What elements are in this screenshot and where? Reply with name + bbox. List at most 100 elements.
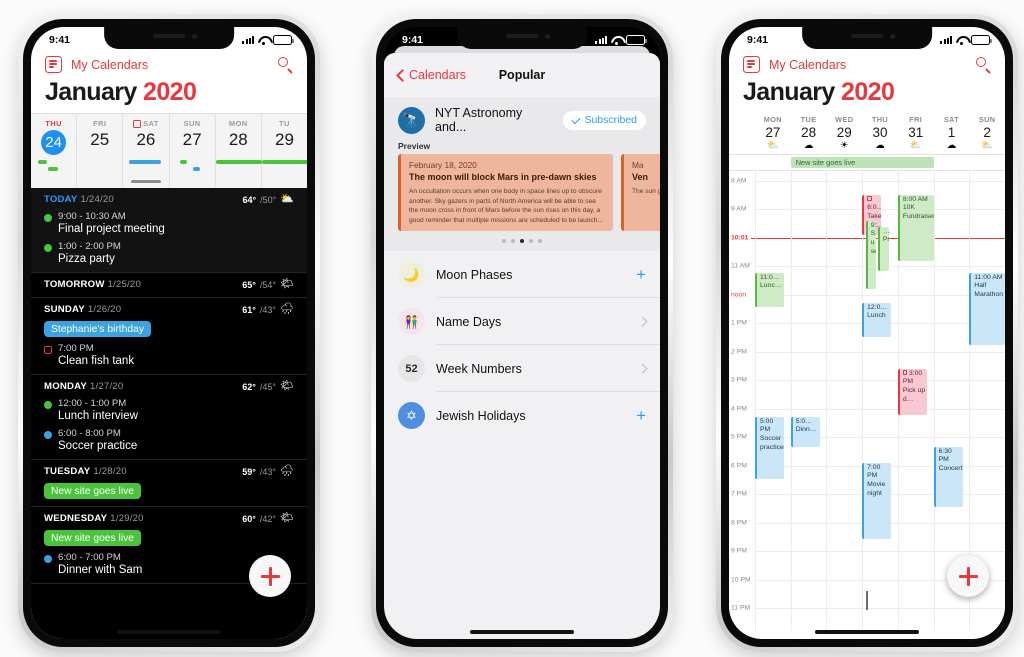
event-badge [129, 160, 162, 164]
agenda-event[interactable]: 12:00 - 1:00 PM Lunch interview [44, 398, 294, 422]
weather-icon: ☀ [840, 140, 849, 151]
all-day-event-pill[interactable]: New site goes live [44, 530, 141, 546]
all-day-event-pill[interactable]: New site goes live [44, 483, 141, 499]
preview-card[interactable]: February 18, 2020 The moon will block Ma… [398, 154, 613, 232]
pager-dot[interactable] [529, 239, 533, 244]
week-event[interactable]: 11:0… Lunc… [755, 272, 785, 307]
agenda-day-title: MONDAY 1/27/20 [44, 381, 123, 392]
calendars-title[interactable]: My Calendars [769, 58, 846, 72]
agenda-day[interactable]: TODAY 1/24/20 64°/50° ⛅ 9:00 - 10:30 AM Final… [31, 188, 307, 273]
back-button[interactable]: Calendars [396, 68, 466, 82]
agenda-event[interactable]: 9:00 - 10:30 AM Final project meeting [44, 211, 294, 235]
hour-label: 9 AM [731, 205, 747, 213]
pager-dot[interactable] [502, 239, 506, 244]
week-header-day[interactable]: THU 30 ☁ [862, 115, 898, 151]
collapse-chevron-icon[interactable] [866, 591, 868, 611]
week-strip-day[interactable]: SAT 26 [123, 114, 170, 188]
reminder-checkbox-icon[interactable] [867, 196, 872, 201]
calendar-row[interactable]: 🔭 NYT Astronomy and... Subscribed [384, 97, 660, 138]
subscribed-button[interactable]: Subscribed [563, 110, 646, 130]
week-header-day[interactable]: MON 27 ⛅ [755, 115, 791, 151]
calendar-options-list[interactable]: 🌙 Moon Phases + 👫 Name Days 52 Week Numbers ✡ Je… [384, 251, 660, 440]
hour-label: 10 PM [731, 576, 751, 583]
agenda-day[interactable]: SUNDAY 1/26/20 61°/43° 🌧 Stephanie's birthda… [31, 298, 307, 375]
camera-icon [192, 34, 198, 39]
reminder-checkbox-icon[interactable] [44, 345, 52, 354]
add-event-button[interactable] [947, 555, 989, 597]
calendar-option-row[interactable]: 🌙 Moon Phases + [384, 251, 660, 299]
calendars-title[interactable]: My Calendars [71, 58, 148, 72]
week-header-day[interactable]: FRI 31 ⛅ [898, 115, 934, 151]
drag-handle[interactable] [130, 179, 161, 183]
home-indicator[interactable] [117, 630, 221, 634]
carousel-pager[interactable] [384, 235, 660, 252]
week-event-label: 5:00 PM Soccer practice [760, 417, 784, 451]
week-header-daynum: 27 [765, 125, 781, 140]
agenda-event[interactable]: 1:00 - 2:00 PM Pizza party [44, 241, 294, 265]
agenda-event[interactable]: 6:00 - 8:00 PM Soccer practice [44, 428, 294, 452]
week-event[interactable]: 5:0… Dinn… [790, 416, 820, 447]
all-day-event-pill[interactable]: Stephanie's birthday [44, 321, 151, 337]
preview-card[interactable]: Ma Ven The sun glob it lo [621, 154, 660, 232]
add-calendar-icon[interactable]: + [636, 266, 646, 283]
preview-carousel[interactable]: February 18, 2020 The moon will block Ma… [384, 154, 660, 236]
week-day-header[interactable]: MON 27 ⛅ TUE 28 ☁ WED 29 ☀ THU 30 ☁ FRI 31 ⛅ SAT 1 ☁ SUN 2 ⛅ [729, 113, 1005, 154]
week-strip[interactable]: THU 24 FRI 25 SAT 26 SUN 27 MON 28 TU 29 [31, 113, 307, 188]
nav-bar: My Calendars [31, 53, 307, 77]
week-header-dow: SAT [943, 115, 960, 124]
calendar-option-row[interactable]: 52 Week Numbers [384, 345, 660, 393]
pager-dot[interactable] [511, 239, 515, 244]
week-strip-day[interactable]: FRI 25 [77, 114, 124, 188]
week-event[interactable]: 9:… S u se [865, 220, 876, 289]
week-strip-day[interactable]: THU 24 [31, 114, 78, 188]
week-strip-daynum: 27 [182, 130, 202, 149]
agenda-day[interactable]: MONDAY 1/27/20 62°/45° 🌤 12:00 - 1:00 PM Lunc… [31, 375, 307, 460]
week-strip-day[interactable]: MON 28 [215, 114, 262, 188]
calendar-option-row[interactable]: ✡ Jewish Holidays + [384, 392, 660, 439]
agenda-weather: 61°/43° 🌧 [242, 304, 294, 315]
week-event[interactable]: 3:00 PM Pick up d… [897, 368, 928, 415]
pager-dot[interactable] [538, 239, 542, 244]
agenda-event[interactable]: 7:00 PM Clean fish tank [44, 343, 294, 367]
add-calendar-icon[interactable]: + [636, 407, 646, 424]
add-event-button[interactable] [249, 555, 291, 597]
week-event[interactable]: … Proj… [877, 226, 889, 271]
calendar-option-row[interactable]: 👫 Name Days [384, 298, 660, 346]
agenda-day[interactable]: TOMORROW 1/25/20 65°/54° 🌤 [31, 273, 307, 298]
week-event[interactable]: 11:00 AM Half Marathon [969, 272, 1005, 345]
week-event[interactable]: 7:00 PM Movie night [862, 462, 892, 539]
week-event[interactable]: 6:30 PM Concert [933, 446, 963, 507]
week-event[interactable]: 5:00 PM Soccer practice [755, 416, 785, 479]
agenda-weather: 62°/45° 🌤 [242, 381, 294, 392]
search-icon[interactable] [976, 57, 991, 72]
week-strip-day[interactable]: SUN 27 [170, 114, 216, 188]
agenda-day[interactable]: TUESDAY 1/28/20 59°/43° 🌧 New site goes live [31, 460, 307, 507]
search-icon[interactable] [278, 57, 293, 72]
reminder-checkbox-icon[interactable] [902, 370, 908, 375]
week-header-day[interactable]: WED 29 ☀ [826, 115, 862, 151]
agenda-event-text: 12:00 - 1:00 PM Lunch interview [58, 398, 138, 422]
list-icon[interactable] [743, 56, 760, 73]
day-gridline [826, 170, 828, 631]
list-icon[interactable] [45, 56, 62, 73]
chevron-right-icon[interactable] [637, 316, 648, 327]
week-strip-dow: THU [45, 119, 62, 128]
week-header-day[interactable]: SUN 2 ⛅ [969, 115, 1005, 151]
week-event[interactable]: 8:00 AM 10K Fundraiser [897, 194, 934, 261]
day-gridline [862, 170, 864, 631]
cellular-icon [940, 36, 952, 44]
camera-icon [545, 34, 551, 39]
all-day-row[interactable]: New site goes live [729, 153, 1005, 171]
pager-dot[interactable] [520, 239, 524, 244]
week-header-day[interactable]: TUE 28 ☁ [791, 115, 827, 151]
week-header-day[interactable]: SAT 1 ☁ [934, 115, 970, 151]
home-indicator[interactable] [815, 630, 919, 634]
all-day-event[interactable]: New site goes live [790, 156, 934, 168]
weather-icon: 🌤 [280, 278, 294, 290]
home-indicator[interactable] [470, 630, 574, 634]
nav-left: My Calendars [45, 56, 148, 73]
week-strip-day[interactable]: TU 29 [261, 114, 307, 188]
chevron-right-icon[interactable] [637, 363, 648, 374]
temp-high: 59° [242, 466, 256, 477]
week-event[interactable]: 12:0… Lunch [862, 302, 892, 337]
